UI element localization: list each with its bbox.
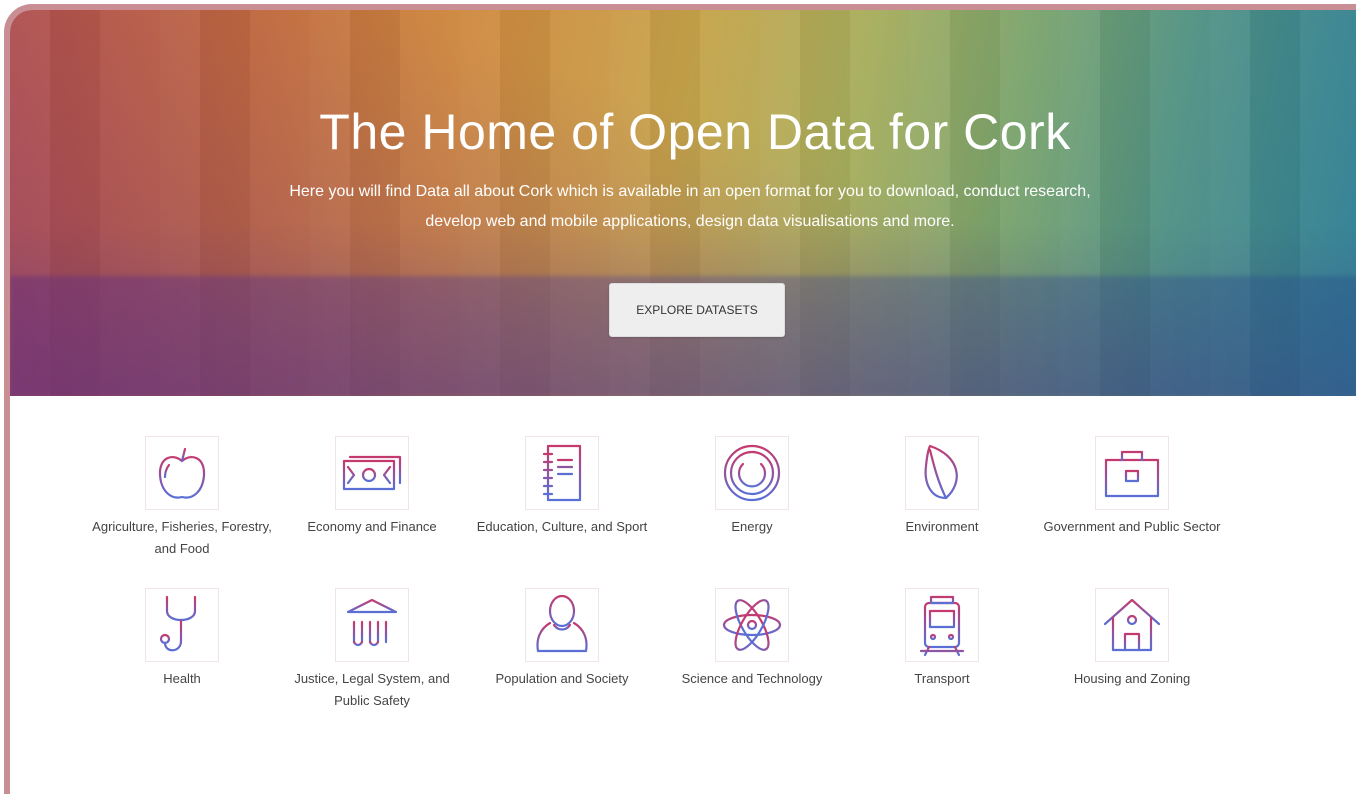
apple-icon bbox=[145, 436, 219, 510]
theme-grid: Agriculture, Fisheries, Forestry, and Fo… bbox=[10, 396, 1356, 794]
theme-label: Science and Technology bbox=[681, 671, 823, 686]
theme-label: Environment bbox=[905, 519, 979, 534]
courthouse-icon bbox=[335, 588, 409, 662]
theme-label: Justice, Legal System, and Public Safety bbox=[294, 671, 450, 708]
theme-environment[interactable]: Environment bbox=[847, 436, 1037, 538]
theme-label: Agriculture, Fisheries, Forestry, and Fo… bbox=[92, 519, 272, 556]
page-frame: The Home of Open Data for Cork Here you … bbox=[4, 4, 1356, 794]
theme-health[interactable]: Health bbox=[87, 588, 277, 690]
person-icon bbox=[525, 588, 599, 662]
theme-housing[interactable]: Housing and Zoning bbox=[1037, 588, 1227, 690]
theme-energy[interactable]: Energy bbox=[657, 436, 847, 538]
theme-government[interactable]: Government and Public Sector bbox=[1037, 436, 1227, 538]
theme-science[interactable]: Science and Technology bbox=[657, 588, 847, 690]
theme-label: Government and Public Sector bbox=[1043, 519, 1221, 534]
atom-icon bbox=[715, 588, 789, 662]
theme-label: Health bbox=[163, 671, 201, 686]
briefcase-icon bbox=[1095, 436, 1169, 510]
theme-label: Economy and Finance bbox=[307, 519, 437, 534]
theme-label: Population and Society bbox=[495, 671, 629, 686]
hero-banner: The Home of Open Data for Cork Here you … bbox=[10, 10, 1356, 396]
hero-title: The Home of Open Data for Cork bbox=[319, 104, 1071, 160]
theme-label: Transport bbox=[914, 671, 970, 686]
theme-agriculture[interactable]: Agriculture, Fisheries, Forestry, and Fo… bbox=[87, 436, 277, 560]
house-icon bbox=[1095, 588, 1169, 662]
leaf-icon bbox=[905, 436, 979, 510]
hero-subtitle: Here you will find Data all about Cork w… bbox=[289, 183, 1091, 230]
train-icon bbox=[905, 588, 979, 662]
theme-economy[interactable]: Economy and Finance bbox=[277, 436, 467, 538]
theme-population[interactable]: Population and Society bbox=[467, 588, 657, 690]
banknote-icon bbox=[335, 436, 409, 510]
theme-label: Housing and Zoning bbox=[1073, 671, 1191, 686]
theme-transport[interactable]: Transport bbox=[847, 588, 1037, 690]
stethoscope-icon bbox=[145, 588, 219, 662]
theme-education[interactable]: Education, Culture, and Sport bbox=[467, 436, 657, 538]
theme-label: Education, Culture, and Sport bbox=[476, 519, 648, 534]
power-icon bbox=[715, 436, 789, 510]
theme-label: Energy bbox=[731, 519, 773, 534]
theme-justice[interactable]: Justice, Legal System, and Public Safety bbox=[277, 588, 467, 712]
notebook-icon bbox=[525, 436, 599, 510]
explore-datasets-button[interactable]: EXPLORE DATASETS bbox=[609, 283, 785, 337]
